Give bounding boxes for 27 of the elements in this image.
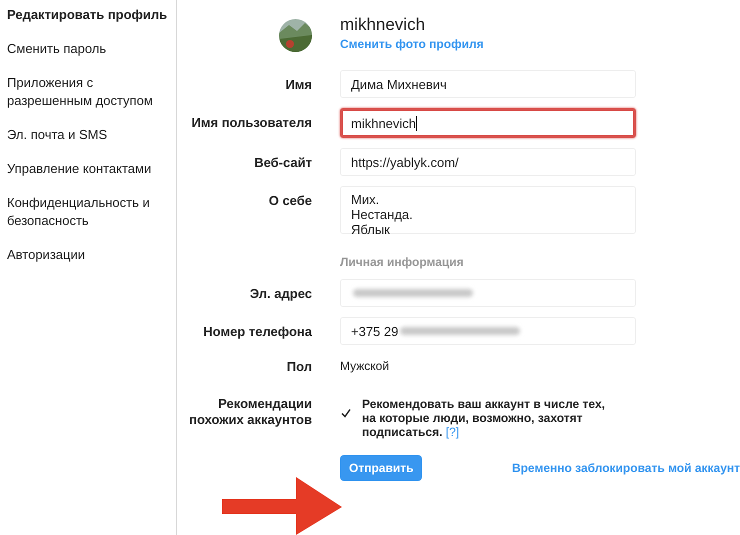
- field-label: О себе: [268, 192, 312, 210]
- field-label: Имя: [285, 76, 312, 94]
- sidebar-item[interactable]: Управление контактами: [7, 160, 176, 178]
- text-area[interactable]: Мих. Нестанда. Яблык: [340, 186, 636, 234]
- section-heading: Личная информация: [340, 255, 464, 269]
- sidebar-item[interactable]: Авторизации: [7, 246, 176, 264]
- sidebar-item[interactable]: Сменить пароль: [7, 40, 176, 58]
- sidebar-item[interactable]: Эл. почта и SMS: [7, 126, 176, 144]
- field-label: Рекомендации похожих аккаунтов: [188, 395, 312, 429]
- gender-value: Мужской: [340, 358, 390, 373]
- field-label: Веб-сайт: [254, 154, 312, 172]
- input-field[interactable]: Дима Михневич: [340, 70, 636, 98]
- field-label: Эл. адрес: [250, 285, 312, 303]
- checkbox[interactable]: [340, 407, 352, 419]
- input-field[interactable]: mikhnevich: [340, 108, 636, 138]
- input-field[interactable]: +375 29: [340, 317, 636, 345]
- field-label: Номер телефона: [203, 323, 312, 341]
- input-field[interactable]: [340, 279, 636, 307]
- username: mikhnevich: [340, 15, 426, 35]
- recommendation-text: Рекомендовать ваш аккаунт в числе тех, на которые люди, возможно, захотят подписаться. [?]: [362, 397, 606, 439]
- input-field[interactable]: https://yablyk.com/: [340, 148, 636, 176]
- sidebar-item[interactable]: Конфиденциальность и безопасность: [7, 194, 176, 230]
- field-label: Имя пользователя: [192, 114, 312, 132]
- avatar[interactable]: [279, 19, 312, 52]
- sidebar-item[interactable]: Редактировать профиль: [7, 6, 176, 24]
- field-label: Пол: [286, 358, 312, 375]
- sidebar-item[interactable]: Приложения с разрешенным доступом: [7, 74, 176, 110]
